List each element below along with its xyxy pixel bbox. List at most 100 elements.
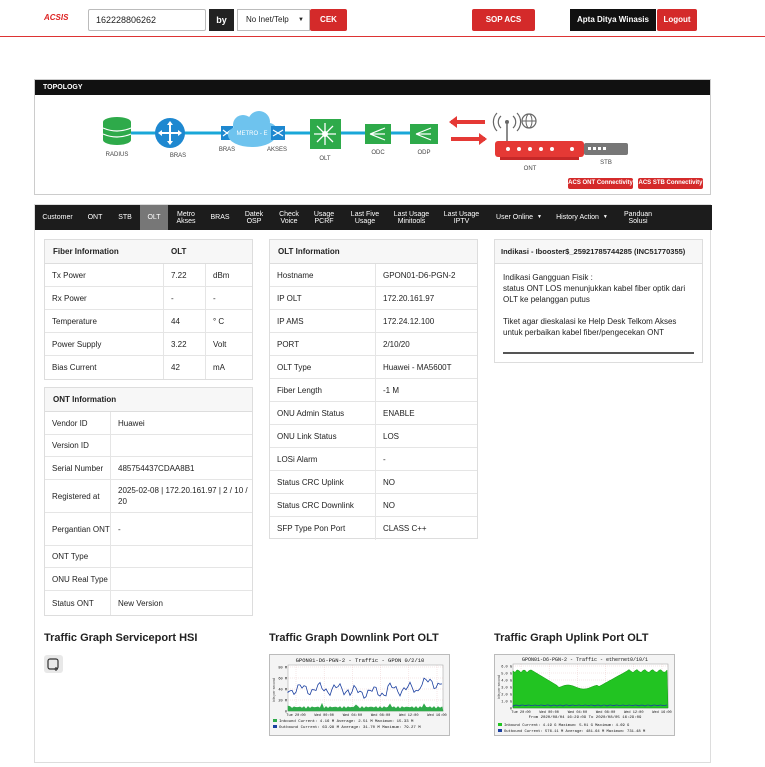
tab-bras[interactable]: BRAS [205, 205, 235, 230]
ont-value: 485754437CDAA8B1 [118, 463, 195, 473]
fiber-unit: - [213, 293, 216, 303]
downlink-outbound-legend: Outbound Current: 63.98 M Average: 31.70… [279, 725, 421, 730]
tab-check-voice-line2: Voice [280, 217, 298, 225]
fiber-unit: ° C [213, 316, 225, 326]
olt-label: OLT [319, 156, 331, 162]
olt-row: ONU Admin Status ENABLE [270, 402, 477, 425]
tab-customer[interactable]: Customer [35, 205, 80, 230]
olt-row: Status CRC Uplink NO [270, 471, 477, 494]
search-type-value: No Inet/Telp [246, 15, 289, 24]
olt-value: Huawei - MA5600T [383, 362, 452, 372]
y-tick-label: 0 [510, 707, 512, 711]
olt-label: Status CRC Uplink [270, 471, 376, 493]
tab-history-action[interactable]: History Action ▼ [551, 205, 613, 230]
indikasi-line2: status ONT LOS menunjukkan kabel fiber o… [503, 284, 686, 304]
indikasi-line1: Indikasi Gangguan Fisik : [503, 273, 593, 282]
tab-usage-pcrf[interactable]: Usage PCRF [309, 205, 339, 230]
olt-value: 172.20.161.97 [383, 293, 435, 303]
tab-stb[interactable]: STB [110, 205, 140, 230]
metro-e-cloud[interactable] [228, 111, 277, 147]
tab-datek-osp[interactable]: Datek OSP [239, 205, 269, 230]
olt-row: ONU Link Status LOS [270, 425, 477, 448]
indikasi-title: Indikasi - Ibooster$_25921785744285 (INC… [495, 240, 702, 264]
brand-logo[interactable]: ACSIS [44, 13, 68, 22]
fiber-information-header: Fiber Information OLT [45, 240, 252, 264]
fiber-label: Bias Current [45, 356, 164, 379]
olt-value: - [383, 454, 386, 464]
traffic-downlink-title: Traffic Graph Downlink Port OLT [269, 632, 439, 644]
bras-node[interactable] [155, 118, 185, 148]
downlink-traffic-graph[interactable]: GPON01-D6-PGN-2 - Traffic - GPON 0/2/10 … [269, 654, 450, 736]
tab-metro-akses-line1: Metro [177, 210, 195, 218]
tab-last-usage-minitools[interactable]: Last Usage Minitools [389, 205, 434, 230]
add-graph-icon[interactable] [44, 655, 63, 673]
acs-ont-connectivity-button[interactable]: ACS ONT Connectivity [568, 178, 633, 189]
sop-acs-button[interactable]: SOP ACS [472, 9, 535, 31]
user-name[interactable]: Apta Ditya Winasis [570, 9, 656, 31]
uplink-outbound-legend: Outbound Current: 576.11 M Average: 481.… [504, 729, 646, 734]
tab-usage-pcrf-line2: PCRF [314, 217, 334, 225]
radius-node[interactable] [102, 117, 132, 145]
ont-row: Pergantian ONT - [45, 513, 252, 546]
x-tick-label: Wed 12:00 [399, 713, 418, 718]
ont-value: New Version [118, 598, 163, 608]
olt-value: NO [383, 500, 395, 510]
y-tick-label: 5.0 G [501, 672, 512, 676]
fiber-information-source: OLT [171, 247, 187, 256]
search-type-select[interactable]: No Inet/Telp ▼ [237, 9, 310, 31]
uplink-period: From 2020/08/04 16:29:09 To 2020/08/05 1… [529, 715, 642, 720]
y-tick-label: 1.0 G [501, 700, 512, 704]
y-tick-label: 40 M [278, 688, 287, 692]
stb-node[interactable] [584, 143, 628, 155]
tab-check-voice[interactable]: Check Voice [273, 205, 305, 230]
y-tick-label: 0 [285, 710, 287, 714]
olt-node[interactable] [310, 119, 341, 149]
acs-stb-connectivity-button[interactable]: ACS STB Connectivity [638, 178, 703, 189]
odc-node[interactable] [365, 124, 391, 144]
wifi-antenna-icon [492, 112, 522, 141]
olt-label: IP OLT [270, 287, 376, 309]
indikasi-line3: Tiket agar dieskalasi ke Help Desk Telko… [503, 317, 677, 337]
odp-node[interactable] [410, 124, 438, 144]
tab-last-five-usage[interactable]: Last Five Usage [345, 205, 385, 230]
olt-value: 172.24.12.100 [383, 316, 435, 326]
akses-switch-node[interactable] [271, 126, 285, 140]
fiber-value: 3.22 [164, 333, 206, 355]
tab-ont[interactable]: ONT [82, 205, 108, 230]
tab-last-usage-iptv-line2: IPTV [453, 217, 470, 225]
stb-label: STB [600, 160, 612, 166]
tab-panduan-solusi-line1: Panduan [623, 210, 653, 218]
tab-metro-akses[interactable]: Metro Akses [170, 205, 202, 230]
ont-row: Registered at 2025-02-08 | 172.20.161.97 … [45, 480, 252, 513]
tab-panduan-solusi[interactable]: Panduan Solusi [620, 205, 656, 230]
tab-olt[interactable]: OLT [140, 205, 168, 230]
tab-user-online[interactable]: User Online ▼ [491, 205, 547, 230]
fiber-row: Rx Power - - [45, 287, 252, 310]
olt-label: Hostname [270, 264, 376, 286]
fiber-row: Bias Current 42 mA [45, 356, 252, 379]
uplink-y-axis-label: bits per second [497, 675, 501, 699]
olt-row: IP AMS 172.24.12.100 [270, 310, 477, 333]
ont-router-node[interactable] [495, 141, 584, 160]
olt-value: CLASS C++ [383, 524, 427, 533]
olt-value: ENABLE [383, 408, 415, 418]
tab-last-five-usage-line1: Last Five [350, 210, 380, 218]
ont-label: ONT Type [45, 546, 111, 567]
uplink-traffic-graph[interactable]: GPON01-D6-PGN-2 - Traffic - ethernet0/10… [494, 654, 675, 736]
fiber-unit: mA [213, 363, 225, 372]
ont-value [111, 546, 252, 567]
logout-button[interactable]: Logout [657, 9, 697, 31]
x-tick-label: Wed 08:00 [371, 713, 390, 718]
ont-label: Registered at [45, 480, 111, 512]
swap-arrows-icon [449, 116, 487, 145]
y-tick-label: 4.0 G [501, 679, 512, 683]
tab-last-usage-iptv[interactable]: Last Usage IPTV [439, 205, 484, 230]
ont-row: ONU Real Type [45, 568, 252, 591]
search-input[interactable]: 162228806262 [88, 9, 206, 31]
ont-value [111, 568, 252, 590]
fiber-label: Temperature [45, 310, 164, 332]
cek-button[interactable]: CEK [310, 9, 347, 31]
tab-history-action-label: History Action [556, 214, 599, 221]
x-tick-label: Wed 00:00 [314, 713, 333, 718]
metro-e-label: METRO - E [237, 131, 268, 137]
